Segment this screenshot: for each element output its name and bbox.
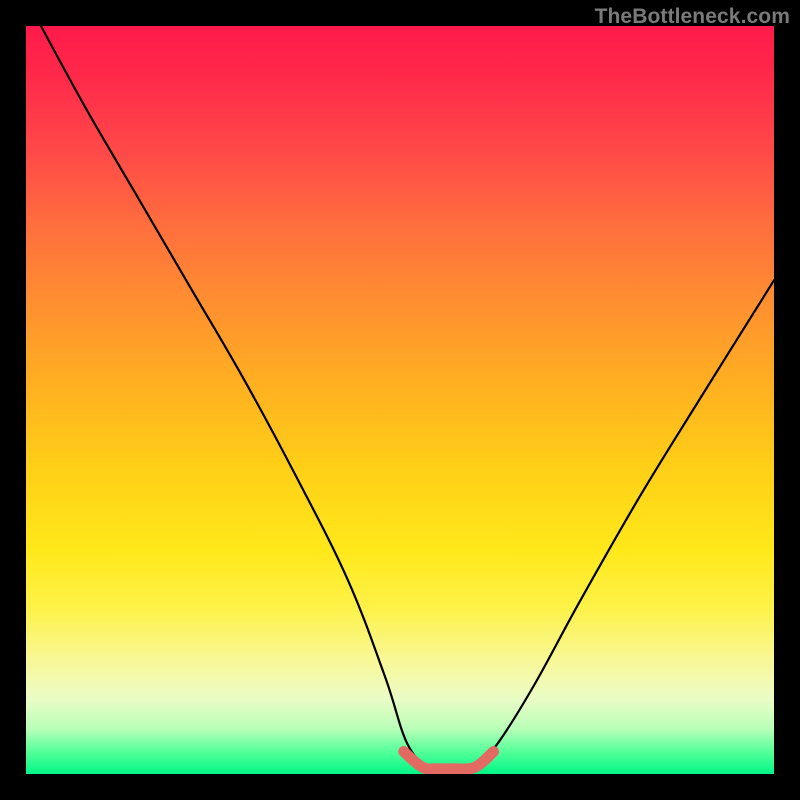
optimal-zone-highlight — [404, 752, 494, 770]
bottleneck-curve — [41, 26, 774, 768]
plot-area — [26, 26, 774, 774]
chart-svg — [26, 26, 774, 774]
chart-frame: TheBottleneck.com — [0, 0, 800, 800]
watermark-label: TheBottleneck.com — [595, 5, 790, 29]
